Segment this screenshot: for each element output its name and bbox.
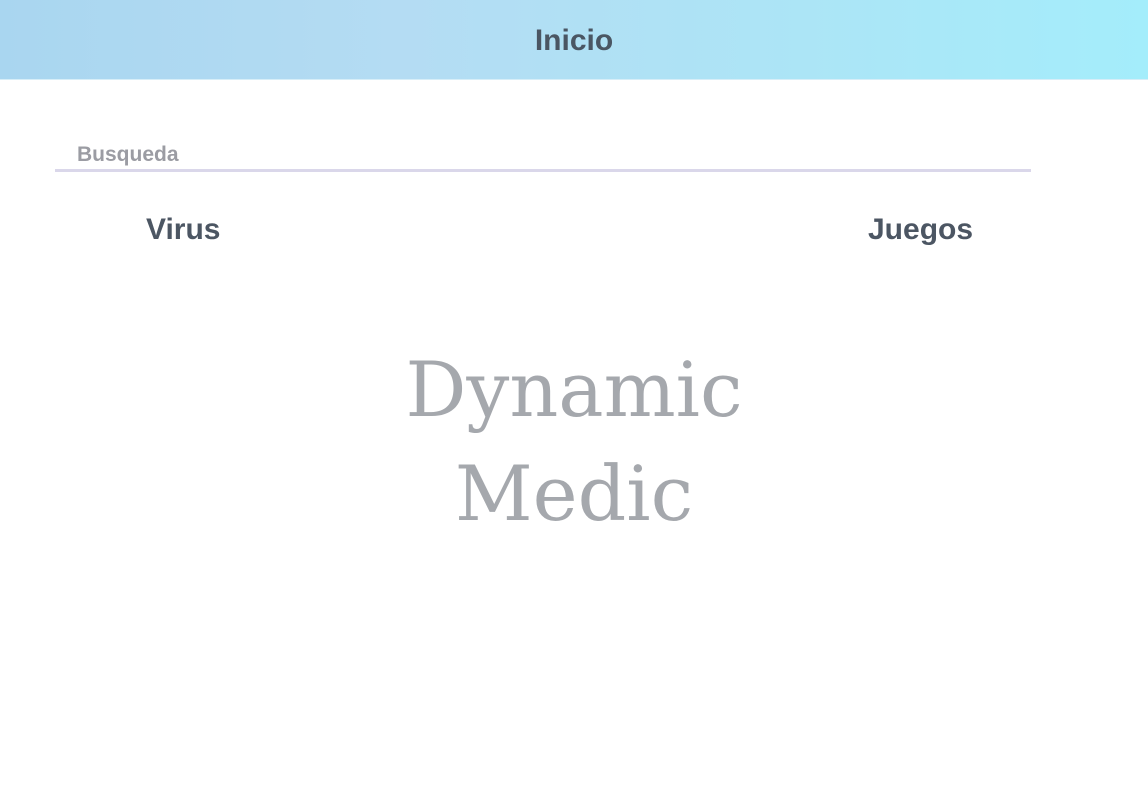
brand-logo-text: Dynamic Medic bbox=[0, 338, 1148, 546]
brand-line-dynamic: Dynamic bbox=[405, 345, 743, 434]
app-screen: Inicio Virus Juegos Dynamic Medic bbox=[0, 0, 1148, 810]
search-input[interactable] bbox=[55, 140, 1031, 172]
top-header-bar: Inicio bbox=[0, 0, 1148, 80]
juegos-link[interactable]: Juegos bbox=[868, 210, 973, 250]
virus-link[interactable]: Virus bbox=[146, 210, 221, 250]
header-title: Inicio bbox=[534, 24, 614, 57]
search-field-container bbox=[55, 140, 1031, 174]
brand-line-medic: Medic bbox=[454, 449, 694, 538]
